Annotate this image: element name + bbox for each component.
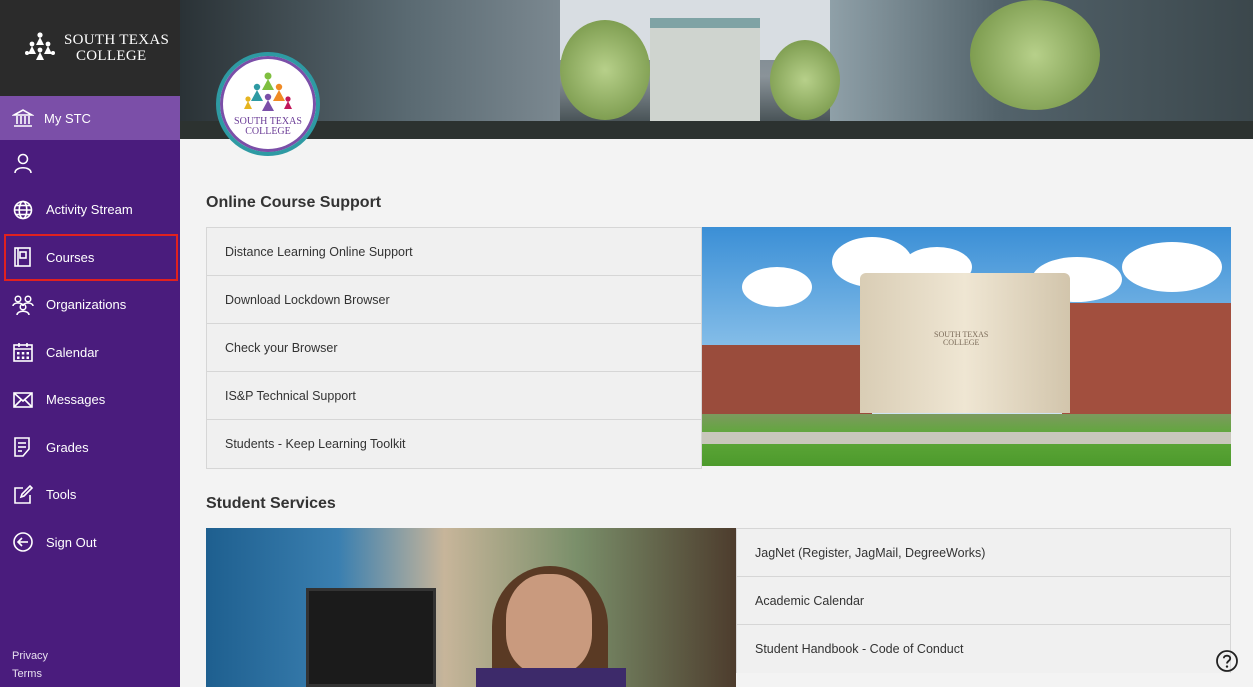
calendar-icon (13, 343, 33, 363)
profile-link[interactable] (0, 140, 180, 186)
badge-text: SOUTH TEXAS COLLEGE (234, 117, 302, 137)
sidebar-item-label: Calendar (46, 344, 99, 360)
privacy-link[interactable]: Privacy (12, 647, 48, 665)
my-stc-link[interactable]: My STC (0, 96, 180, 140)
link-academic-calendar[interactable]: Academic Calendar (737, 577, 1230, 625)
link-technical-support[interactable]: IS&P Technical Support (207, 372, 701, 420)
college-logo-text: SOUTH TEXAS COLLEGE (64, 32, 169, 64)
photo-person-face (506, 574, 592, 674)
student-services-title: Student Services (206, 495, 336, 512)
sidebar-item-grades[interactable]: Grades (0, 424, 180, 472)
link-jagnet[interactable]: JagNet (Register, JagMail, DegreeWorks) (737, 529, 1230, 577)
sidebar-item-label: Courses (46, 249, 95, 265)
sidebar-item-label: Tools (46, 487, 77, 503)
photo-monitor (306, 588, 436, 687)
college-logo-icon (25, 32, 55, 60)
campus-building-image: SOUTH TEXAS COLLEGE (702, 227, 1231, 466)
hero-ground (180, 121, 1253, 139)
student-services-links: JagNet (Register, JagMail, DegreeWorks) … (736, 528, 1231, 673)
globe-icon (13, 200, 33, 220)
sidebar-item-organizations[interactable]: Organizations (0, 281, 180, 329)
campus-walkway (702, 432, 1231, 444)
sidebar-item-label: Activity Stream (46, 202, 133, 218)
sidebar-item-label: Sign Out (46, 534, 97, 550)
sidebar-item-activity-stream[interactable]: Activity Stream (0, 186, 180, 234)
tools-icon (14, 484, 34, 504)
sidebar-item-messages[interactable]: Messages (0, 376, 180, 424)
organizations-icon (12, 295, 34, 315)
badge-line-2: COLLEGE (245, 126, 291, 137)
sidebar-item-calendar[interactable]: Calendar (0, 329, 180, 377)
terms-link[interactable]: Terms (12, 665, 48, 683)
hero-banner (180, 0, 1253, 139)
online-support-links: Distance Learning Online Support Downloa… (206, 227, 702, 469)
campus-wing-right (1062, 303, 1231, 415)
help-icon[interactable] (1215, 649, 1239, 673)
sidebar-item-label: Organizations (46, 297, 127, 313)
campus-wing-left (702, 345, 872, 415)
logo-line-1: SOUTH TEXAS (64, 32, 170, 48)
sidebar: SOUTH TEXAS COLLEGE My STC Activity Stre… (0, 0, 180, 687)
college-logo[interactable]: SOUTH TEXAS COLLEGE (0, 0, 180, 96)
college-badge-logo: SOUTH TEXAS COLLEGE (216, 52, 320, 156)
courses-icon (14, 247, 31, 268)
campus-sign: SOUTH TEXAS COLLEGE (934, 330, 989, 347)
sidebar-item-tools[interactable]: Tools (0, 471, 180, 519)
hero-tree (970, 0, 1100, 110)
hero-tree (770, 40, 840, 120)
person-icon (14, 153, 32, 174)
sidebar-item-sign-out[interactable]: Sign Out (0, 519, 180, 567)
sidebar-footer: Privacy Terms (12, 647, 48, 683)
hero-tree (560, 20, 650, 120)
sidebar-item-label: Grades (46, 439, 89, 455)
link-distance-learning[interactable]: Distance Learning Online Support (207, 228, 701, 276)
sign-out-icon (13, 532, 33, 553)
institution-icon (12, 109, 34, 127)
college-badge-icon (244, 72, 292, 111)
photo-person-shirt (476, 668, 626, 687)
sidebar-item-courses[interactable]: Courses (4, 233, 178, 281)
logo-line-2: COLLEGE (76, 48, 147, 64)
envelope-icon (13, 391, 33, 408)
grades-icon (14, 437, 30, 458)
my-stc-label: My STC (44, 110, 91, 126)
student-services-photo (206, 528, 736, 687)
sidebar-item-label: Messages (46, 392, 106, 408)
link-check-browser[interactable]: Check your Browser (207, 324, 701, 372)
online-support-title: Online Course Support (206, 194, 382, 211)
link-keep-learning-toolkit[interactable]: Students - Keep Learning Toolkit (207, 420, 701, 468)
link-student-handbook[interactable]: Student Handbook - Code of Conduct (737, 625, 1230, 673)
link-lockdown-browser[interactable]: Download Lockdown Browser (207, 276, 701, 324)
